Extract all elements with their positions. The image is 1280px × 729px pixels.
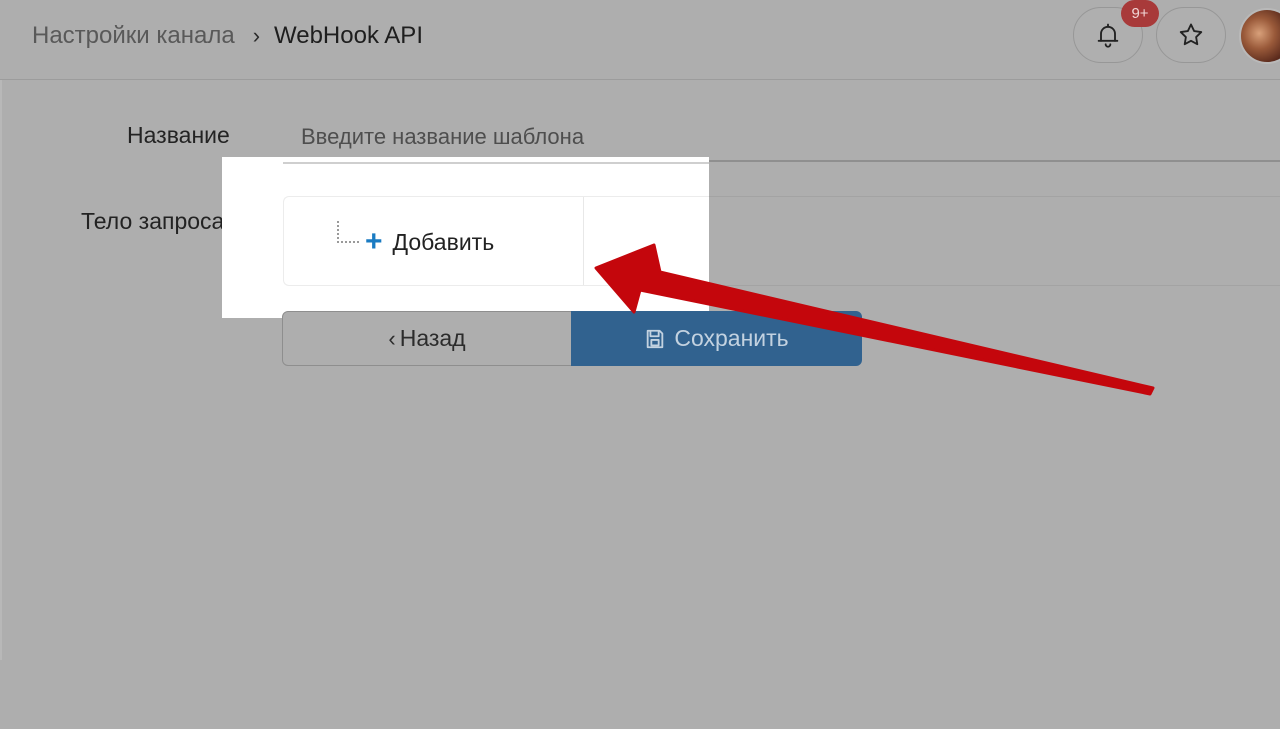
add-field-button[interactable]: + Добавить [365, 225, 494, 259]
page-edge [0, 80, 2, 660]
save-label: Сохранить [674, 325, 789, 351]
name-label: Название [127, 122, 230, 148]
spotlight-highlight: + Добавить [222, 157, 709, 318]
notification-count-badge: 9+ [1121, 0, 1159, 27]
avatar[interactable] [1239, 8, 1280, 64]
tree-column-divider [583, 197, 584, 285]
add-field-label: Добавить [392, 228, 495, 255]
breadcrumb-channel-settings[interactable]: Настройки канала [32, 22, 235, 49]
breadcrumb: Настройки канала › WebHook API [32, 21, 423, 51]
request-body-label: Тело запроса [81, 208, 225, 234]
star-icon [1179, 23, 1203, 46]
plus-icon: + [365, 225, 383, 258]
name-input-underline [283, 162, 709, 164]
breadcrumb-current: WebHook API [274, 22, 423, 49]
breadcrumb-separator: › [252, 23, 261, 48]
save-button[interactable]: Сохранить [571, 311, 862, 366]
bell-icon [1097, 23, 1119, 48]
top-bar: Настройки канала › WebHook API 9+ [0, 0, 1280, 80]
back-button[interactable]: ‹ Назад [282, 311, 572, 366]
floppy-disk-icon [647, 329, 664, 348]
back-label: Назад [399, 325, 466, 351]
template-name-input[interactable] [283, 114, 1280, 162]
chevron-left-icon: ‹ [388, 325, 396, 351]
favorites-button[interactable] [1156, 7, 1226, 63]
tree-connector [337, 221, 359, 243]
